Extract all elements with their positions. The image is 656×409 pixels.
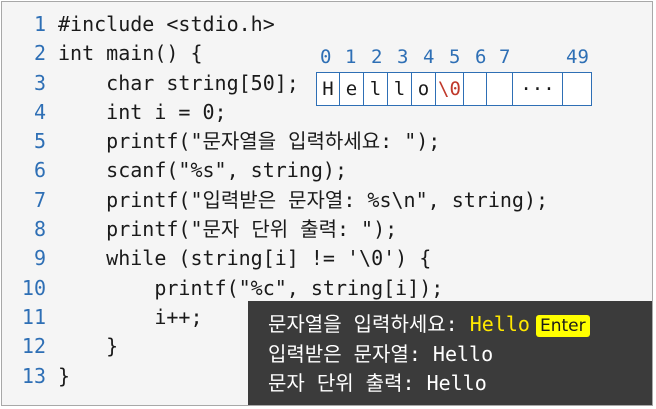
- array-cell: [464, 73, 487, 105]
- line-source: printf("%c", string[i]);: [58, 275, 444, 300]
- array-cell: [487, 73, 513, 105]
- array-cell: o: [412, 73, 436, 105]
- console-line-3: 문자 단위 출력: Hello: [268, 371, 487, 395]
- line-number: 6: [33, 158, 46, 183]
- line-number: 1: [33, 12, 46, 36]
- char-array-diagram: H e l l o \0 ···: [316, 72, 592, 106]
- array-cell: l: [364, 73, 388, 105]
- console-user-input: Hello: [469, 312, 530, 336]
- line-source: printf("문자열을 입력하세요: ");: [58, 129, 441, 154]
- line-number: 10: [21, 275, 46, 300]
- line-source: }: [58, 363, 71, 388]
- line-number: 5: [33, 129, 46, 154]
- line-source: while (string[i] != '\0') {: [58, 246, 432, 271]
- code-line: 7 printf("입력받은 문자열: %s\n", string);: [2, 186, 652, 215]
- line-number: 2: [33, 41, 46, 66]
- line-source: scanf("%s", string);: [58, 158, 347, 183]
- array-index: 4: [423, 46, 435, 68]
- line-source: int i = 0;: [58, 99, 227, 124]
- code-line: 6 scanf("%s", string);: [2, 156, 652, 185]
- array-index: 49: [566, 46, 589, 68]
- line-number: 7: [33, 187, 46, 212]
- line-number: 12: [21, 334, 46, 359]
- code-line: 1 #include <stdio.h>: [2, 10, 652, 39]
- enter-key-badge: Enter: [535, 315, 590, 337]
- line-source: char string[50];: [58, 70, 299, 95]
- null-terminator-cell: \0: [436, 73, 464, 105]
- line-number: 13: [21, 363, 46, 388]
- console-prompt: 문자열을 입력하세요:: [268, 312, 470, 336]
- console-output: 문자열을 입력하세요: Hello Enter 입력받은 문자열: Hello 문…: [248, 301, 652, 405]
- line-number: 4: [33, 99, 46, 124]
- line-source: printf("문자 단위 출력: ");: [58, 217, 398, 242]
- array-cell: l: [388, 73, 412, 105]
- line-number: 3: [33, 70, 46, 95]
- console-line-2: 입력받은 문자열: Hello: [268, 342, 494, 366]
- array-cell: e: [340, 73, 364, 105]
- array-index: 7: [499, 46, 511, 68]
- array-index: 0: [320, 46, 332, 68]
- line-source: #include <stdio.h>: [58, 12, 275, 36]
- code-line: 9 while (string[i] != '\0') {: [2, 244, 652, 273]
- ellipsis-cell: ···: [513, 73, 563, 105]
- line-number: 11: [21, 304, 46, 329]
- array-cell: [563, 73, 591, 105]
- array-index: 2: [371, 46, 383, 68]
- array-index: 5: [449, 46, 461, 68]
- code-line: 10 printf("%c", string[i]);: [2, 274, 652, 303]
- array-index: 3: [397, 46, 409, 68]
- array-index: 6: [475, 46, 487, 68]
- console-line-1: 문자열을 입력하세요: Hello Enter: [268, 310, 590, 338]
- array-index: 1: [345, 46, 357, 68]
- code-line: 8 printf("문자 단위 출력: ");: [2, 215, 652, 244]
- line-number: 8: [33, 217, 46, 242]
- line-number: 9: [33, 246, 46, 271]
- code-line: 5 printf("문자열을 입력하세요: ");: [2, 127, 652, 156]
- line-source: i++;: [58, 304, 203, 329]
- array-cell: H: [317, 73, 340, 105]
- line-source: printf("입력받은 문자열: %s\n", string);: [58, 187, 549, 212]
- line-source: int main() {: [58, 41, 203, 66]
- line-source: }: [58, 334, 119, 359]
